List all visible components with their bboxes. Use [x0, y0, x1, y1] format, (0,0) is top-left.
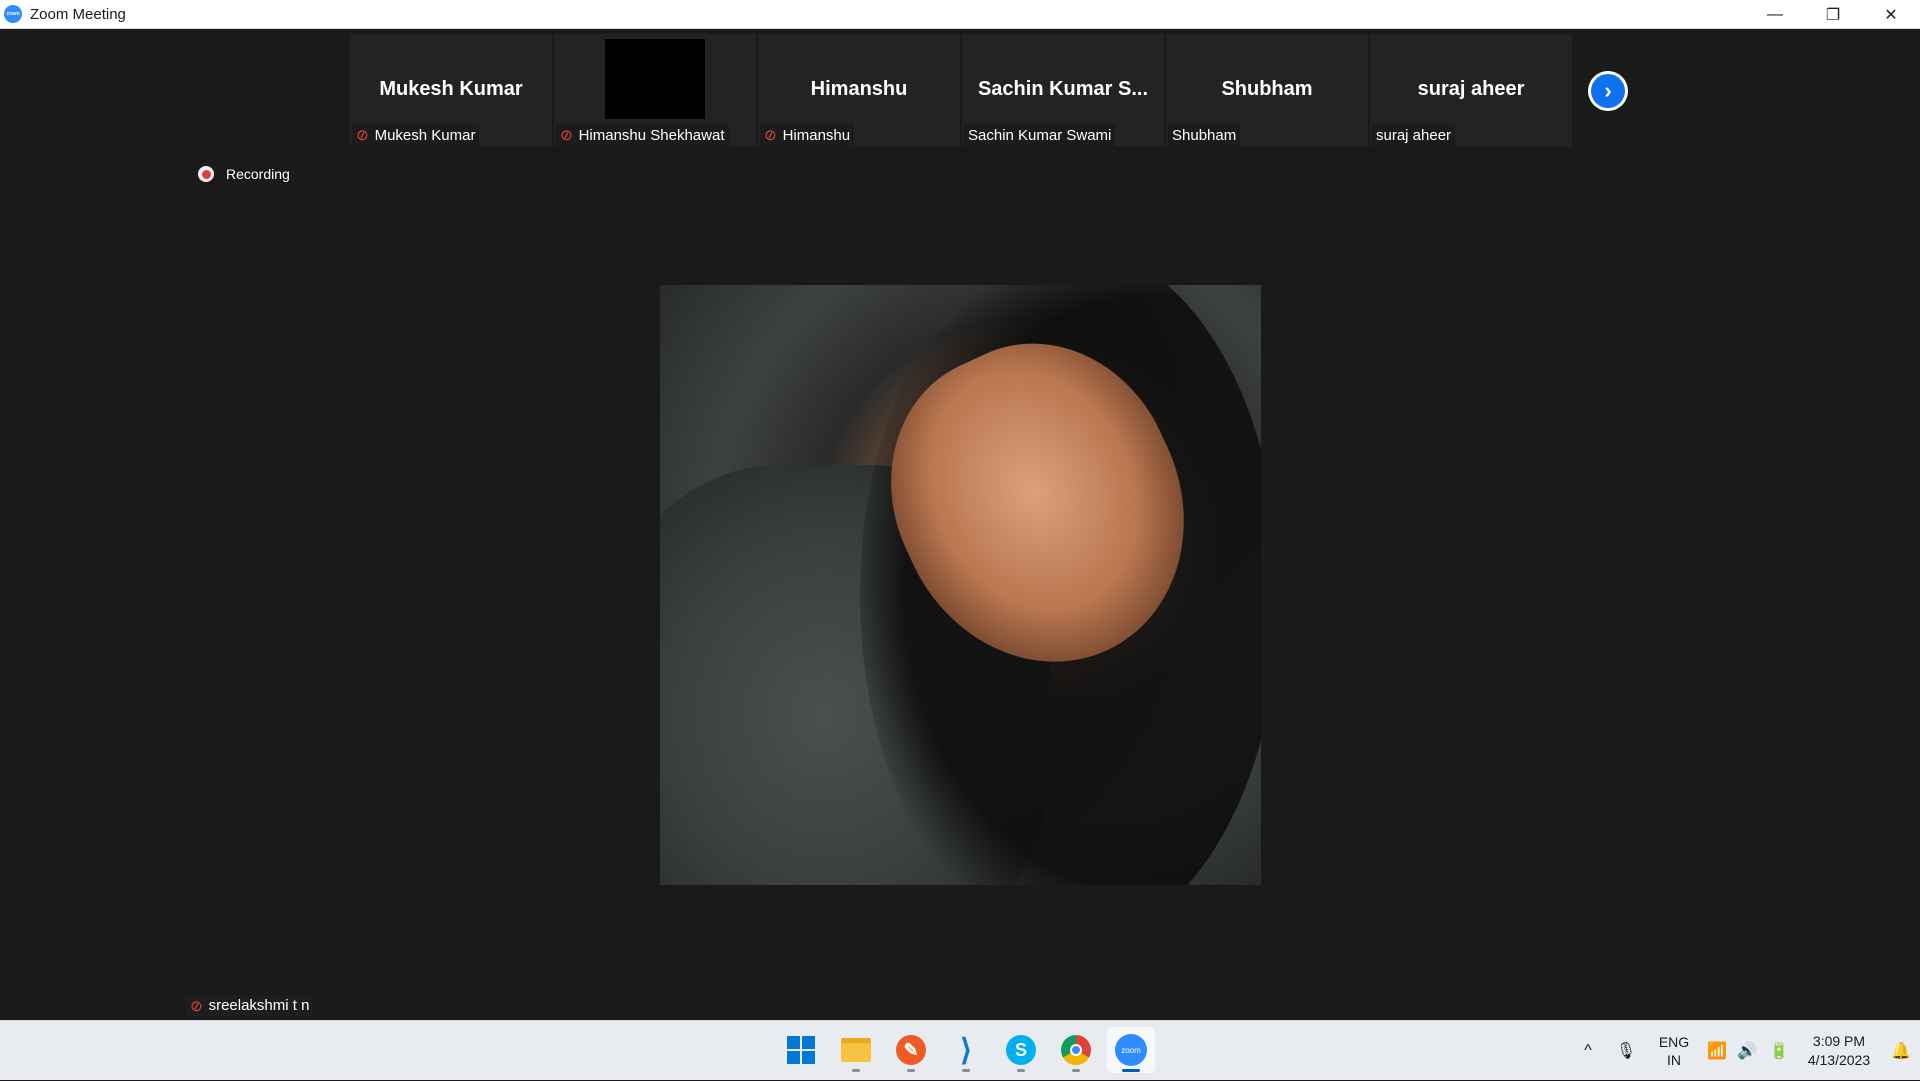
active-speaker-video[interactable] [660, 285, 1261, 885]
folder-icon [841, 1038, 871, 1062]
taskbar-zoom[interactable]: zoom [1107, 1027, 1155, 1073]
language-code: ENG [1658, 1034, 1690, 1050]
participant-name-label: ⊘ Himanshu [760, 124, 855, 146]
running-indicator [1072, 1069, 1080, 1072]
active-speaker-name-label: ⊘ sreelakshmi t n [186, 995, 314, 1017]
participant-name-label: Shubham [1168, 124, 1241, 146]
taskbar-chrome[interactable] [1052, 1027, 1100, 1073]
restore-button[interactable]: ❐ [1804, 0, 1862, 29]
participant-label-text: Mukesh Kumar [374, 126, 476, 144]
taskbar-file-explorer[interactable] [832, 1027, 880, 1073]
show-hidden-icons-chevron-icon[interactable]: ^ [1570, 1042, 1606, 1060]
vscode-icon: ⟩ [960, 1033, 972, 1067]
postman-icon: ✎ [896, 1035, 926, 1065]
language-indicator[interactable]: ENG IN [1646, 1033, 1702, 1069]
minimize-button[interactable]: — [1746, 0, 1804, 29]
muted-mic-icon: ⊘ [761, 125, 780, 146]
participant-label-text: Sachin Kumar Swami [968, 126, 1112, 144]
meeting-stage: Mukesh Kumar ⊘ Mukesh Kumar ⊘ Himanshu S… [0, 29, 1920, 1020]
running-indicator [962, 1069, 970, 1072]
recording-label: Recording [226, 166, 290, 182]
start-button[interactable] [777, 1027, 825, 1073]
participant-label-text: Himanshu Shekhawat [578, 126, 725, 144]
participant-display-name: Shubham [1221, 78, 1313, 100]
participant-display-name: Himanshu [810, 78, 908, 100]
participant-display-name: suraj aheer [1417, 78, 1525, 100]
next-page-button[interactable]: › [1588, 71, 1628, 111]
running-indicator [852, 1069, 860, 1072]
notification-bell-icon[interactable]: 🔔 [1882, 1041, 1920, 1061]
participant-name-label: ⊘ Himanshu Shekhawat [556, 124, 729, 146]
participant-name-label: ⊘ Mukesh Kumar [352, 124, 480, 146]
active-speaker-name: sreelakshmi t n [208, 997, 310, 1014]
zoom-app-icon: zoom [4, 5, 22, 23]
chevron-right-icon: › [1591, 74, 1625, 108]
participant-name-label: Sachin Kumar Swami [964, 124, 1116, 146]
window-title: Zoom Meeting [30, 5, 126, 23]
window-controls: — ❐ ✕ [1746, 0, 1920, 29]
participant-display-name: Sachin Kumar S... [977, 78, 1149, 100]
windows-taskbar: ✎ ⟩ S zoom ^ 🎙 ENG IN 📶 🔊 🔋 3:09 PM 4/13… [0, 1020, 1920, 1080]
participant-thumbnail-strip: Mukesh Kumar ⊘ Mukesh Kumar ⊘ Himanshu S… [350, 34, 1572, 146]
participant-tile[interactable]: Himanshu ⊘ Himanshu [758, 34, 960, 146]
zoom-icon: zoom [1115, 1034, 1147, 1066]
muted-mic-icon: ⊘ [557, 125, 576, 146]
system-tray: ^ 🎙 ENG IN 📶 🔊 🔋 3:09 PM 4/13/2023 🔔 [1570, 1021, 1920, 1081]
participant-tile[interactable]: suraj aheer suraj aheer [1370, 34, 1572, 146]
taskbar-apps: ✎ ⟩ S zoom [777, 1027, 1155, 1073]
taskbar-skype[interactable]: S [997, 1027, 1045, 1073]
active-indicator [1122, 1069, 1140, 1072]
participant-video [605, 39, 705, 119]
clock-time: 3:09 PM [1812, 1033, 1866, 1049]
participant-tile[interactable]: Shubham Shubham [1166, 34, 1368, 146]
clock-date: 4/13/2023 [1807, 1052, 1871, 1068]
participant-tile[interactable]: Sachin Kumar S... Sachin Kumar Swami [962, 34, 1164, 146]
participant-display-name: Mukesh Kumar [379, 78, 523, 100]
muted-mic-icon: ⊘ [187, 995, 206, 1017]
skype-icon: S [1006, 1035, 1036, 1065]
participant-tile[interactable]: ⊘ Himanshu Shekhawat [554, 34, 756, 146]
region-code: IN [1667, 1052, 1681, 1068]
windows-logo-icon [787, 1036, 815, 1064]
muted-mic-icon: ⊘ [353, 125, 372, 146]
volume-icon[interactable]: 🔊 [1732, 1041, 1762, 1061]
running-indicator [1017, 1069, 1025, 1072]
participant-label-text: suraj aheer [1376, 126, 1452, 144]
taskbar-postman[interactable]: ✎ [887, 1027, 935, 1073]
taskbar-vscode[interactable]: ⟩ [942, 1027, 990, 1073]
recording-indicator[interactable]: Recording [198, 166, 290, 182]
wifi-icon[interactable]: 📶 [1702, 1041, 1732, 1061]
clock[interactable]: 3:09 PM 4/13/2023 [1796, 1032, 1882, 1070]
battery-icon[interactable]: 🔋 [1762, 1041, 1796, 1061]
participant-name-label: suraj aheer [1372, 124, 1456, 146]
participant-label-text: Shubham [1172, 126, 1237, 144]
chrome-icon [1061, 1035, 1091, 1065]
window-titlebar: zoom Zoom Meeting — ❐ ✕ [0, 0, 1920, 29]
participant-label-text: Himanshu [782, 126, 851, 144]
running-indicator [907, 1069, 915, 1072]
participant-tile[interactable]: Mukesh Kumar ⊘ Mukesh Kumar [350, 34, 552, 146]
recording-dot-icon [198, 166, 214, 182]
microphone-icon[interactable]: 🎙 [1606, 1041, 1646, 1061]
close-button[interactable]: ✕ [1862, 0, 1920, 29]
